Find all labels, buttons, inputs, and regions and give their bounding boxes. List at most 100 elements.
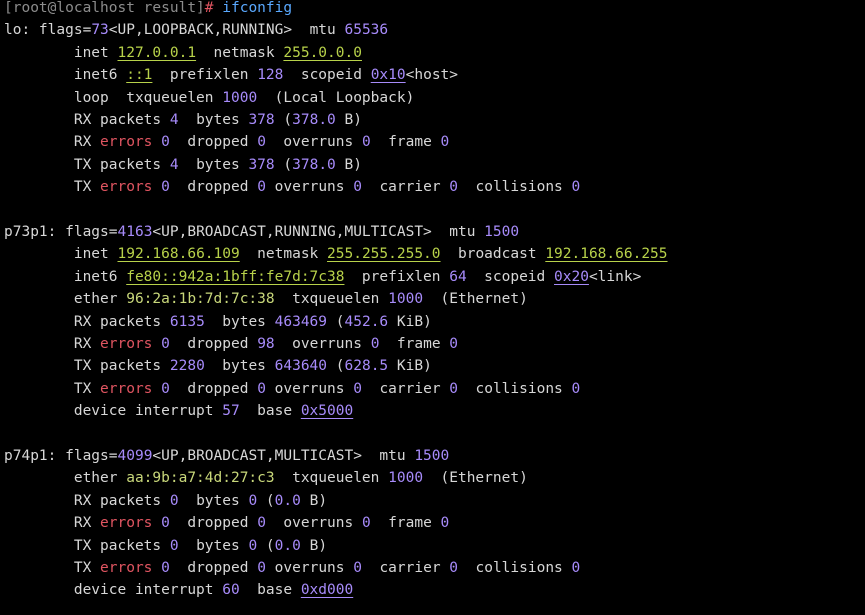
output-line: loop txqueuelen 1000 (Local Loopback) <box>4 88 414 108</box>
number-value: 4099 <box>117 448 153 464</box>
output-text: carrier <box>361 380 450 397</box>
output-text: (Local Loopback) <box>257 89 415 106</box>
errors-label: errors <box>100 560 153 576</box>
output-line: inet6 ::1 prefixlen 128 scopeid 0x10<hos… <box>4 65 458 85</box>
number-value: 73 <box>91 22 109 39</box>
output-text: <UP,BROADCAST,MULTICAST> mtu <box>152 448 415 464</box>
number-value: 1500 <box>414 448 450 464</box>
number-value: 0.0 <box>274 537 301 554</box>
mac-address: aa:9b:a7:4d:27:c3 <box>126 470 275 487</box>
output-text: prefixlen <box>344 268 450 285</box>
output-line: RX errors 0 dropped 0 overruns 0 frame 0 <box>4 132 449 152</box>
output-line: RX packets 0 bytes 0 (0.0 B) <box>4 491 327 511</box>
errors-label: errors <box>100 515 153 532</box>
mac-address: 96:2a:1b:7d:7c:38 <box>126 291 275 308</box>
output-line: RX packets 4 bytes 378 (378.0 B) <box>4 110 362 130</box>
output-line: TX packets 2280 bytes 643640 (628.5 KiB) <box>4 356 432 376</box>
hex-value: 0x20 <box>554 268 589 285</box>
output-text: collisions <box>458 179 572 196</box>
output-line: RX errors 0 dropped 98 overruns 0 frame … <box>4 334 458 354</box>
number-value: 378.0 <box>292 112 336 128</box>
hex-value: 0x5000 <box>300 403 354 420</box>
output-text: bytes <box>204 358 275 375</box>
number-value: 0 <box>257 380 266 397</box>
number-value: 98 <box>257 336 275 352</box>
number-value: 0 <box>449 336 459 352</box>
number-value: 4 <box>169 156 179 173</box>
output-text: <UP,LOOPBACK,RUNNING> mtu <box>108 22 345 39</box>
output-line: inet 127.0.0.1 netmask 255.0.0.0 <box>4 43 362 63</box>
output-text: txqueuelen <box>274 470 389 487</box>
prompt-symbol: # <box>204 0 223 16</box>
number-value: 0 <box>161 179 170 196</box>
errors-label: errors <box>100 336 153 352</box>
output-line: device interrupt 60 base 0xd000 <box>4 580 353 600</box>
terminal-window[interactable]: [root@localhost result]# ifconfig lo: fla… <box>0 0 865 615</box>
number-value: 0 <box>257 134 266 151</box>
address-value: fe80::942a:1bff:fe7d:7c38 <box>126 268 345 285</box>
number-value: 0 <box>353 179 362 196</box>
output-text: TX <box>4 380 101 397</box>
number-value: 6135 <box>169 313 205 330</box>
output-text: bytes <box>178 112 249 128</box>
output-text: carrier <box>361 560 450 576</box>
output-text: (Ethernet) <box>423 470 528 487</box>
number-value: 1500 <box>484 224 520 240</box>
output-text: carrier <box>361 179 450 196</box>
output-text: base <box>239 403 301 420</box>
output-text: TX <box>4 179 101 196</box>
output-line: device interrupt 57 base 0x5000 <box>4 401 353 421</box>
number-value: 0 <box>161 134 170 151</box>
address-value: 255.0.0.0 <box>283 44 362 61</box>
output-text: bytes <box>178 537 249 554</box>
output-text: dropped <box>169 515 258 532</box>
output-text: B) <box>335 112 362 128</box>
output-text: overruns <box>265 560 354 576</box>
output-text: scopeid <box>283 67 371 84</box>
output-text: overruns <box>265 134 362 151</box>
number-value: 0 <box>257 515 266 532</box>
output-text: p73p1: flags= <box>4 224 118 240</box>
number-value: 2280 <box>169 358 205 375</box>
output-text: overruns <box>265 515 362 532</box>
output-line: inet6 fe80::942a:1bff:fe7d:7c38 prefixle… <box>4 267 642 287</box>
output-text: B) <box>300 537 328 554</box>
output-text: overruns <box>265 380 354 397</box>
output-text: dropped <box>169 179 258 196</box>
output-text: inet <box>4 44 118 61</box>
output-text: frame <box>370 515 441 532</box>
output-text: KiB) <box>388 358 432 375</box>
output-text: KiB) <box>388 313 432 330</box>
output-text: base <box>239 582 301 599</box>
errors-label: errors <box>100 179 153 196</box>
output-text: bytes <box>178 156 249 173</box>
output-text: ( <box>257 537 275 554</box>
output-line: ether aa:9b:a7:4d:27:c3 txqueuelen 1000 … <box>4 468 528 488</box>
output-text: RX <box>4 336 101 352</box>
output-text: broadcast <box>440 246 546 263</box>
command-text: ifconfig <box>222 0 293 16</box>
output-text: RX packets <box>4 112 170 128</box>
output-line: ether 96:2a:1b:7d:7c:38 txqueuelen 1000 … <box>4 289 528 309</box>
number-value: 0 <box>449 179 459 196</box>
output-text: device interrupt <box>4 582 223 599</box>
output-text: inet6 <box>4 67 127 84</box>
output-line: p74p1: flags=4099<UP,BROADCAST,MULTICAST… <box>4 446 449 466</box>
number-value: 0 <box>161 336 170 352</box>
command-line: [root@localhost result]# ifconfig <box>4 0 292 18</box>
output-text: loop txqueuelen <box>4 89 223 106</box>
output-line: RX packets 6135 bytes 463469 (452.6 KiB) <box>4 312 432 332</box>
number-value: 463469 <box>274 313 328 330</box>
output-text: TX packets <box>4 537 170 554</box>
output-line: lo: flags=73<UP,LOOPBACK,RUNNING> mtu 65… <box>4 20 388 40</box>
output-line: TX packets 0 bytes 0 (0.0 B) <box>4 536 327 556</box>
output-text: ( <box>327 358 345 375</box>
output-text: B) <box>300 492 328 509</box>
number-value: 1000 <box>222 89 258 106</box>
